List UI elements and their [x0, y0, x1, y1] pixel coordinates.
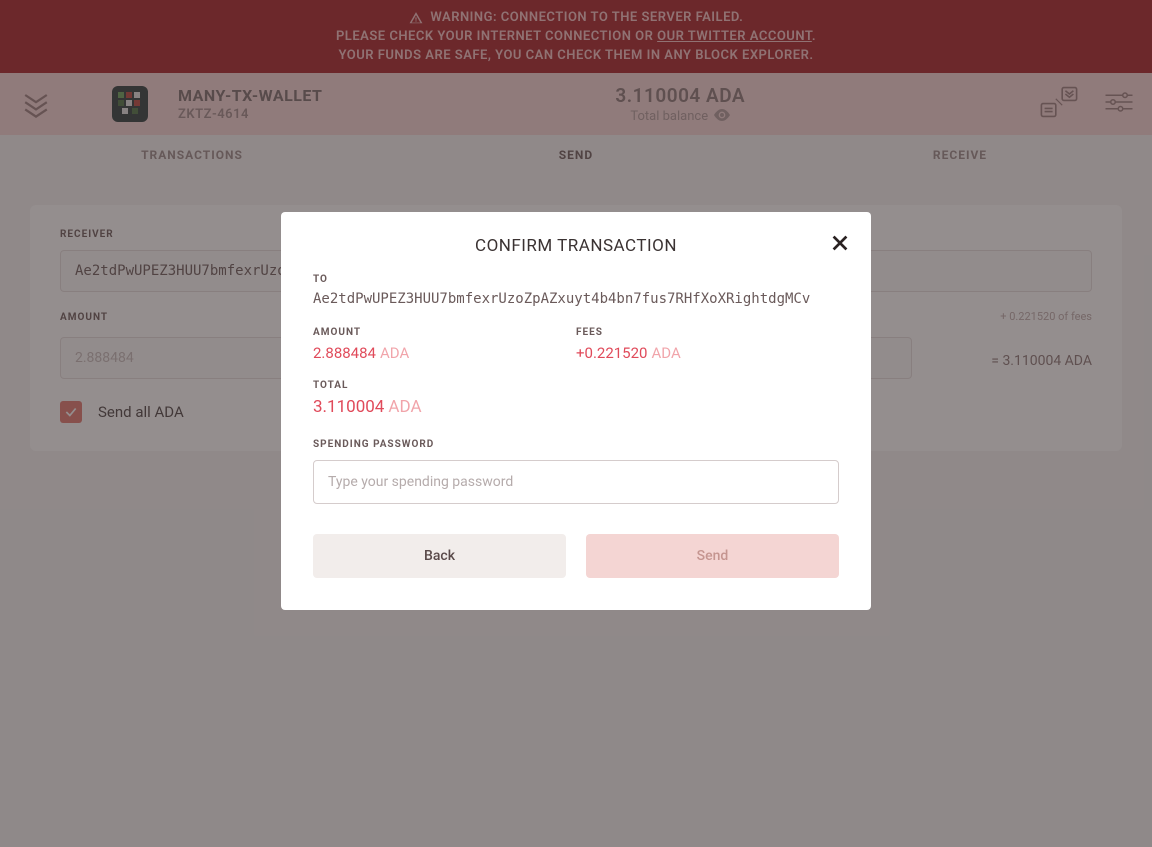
password-label: SPENDING PASSWORD: [313, 439, 839, 450]
close-icon[interactable]: [829, 232, 851, 254]
modal-fees-currency: ADA: [651, 344, 680, 362]
confirm-transaction-modal: CONFIRM TRANSACTION TO Ae2tdPwUPEZ3HUU7b…: [281, 212, 871, 610]
modal-title: CONFIRM TRANSACTION: [313, 236, 839, 256]
to-address: Ae2tdPwUPEZ3HUU7bmfexrUzoZpAZxuyt4b4bn7f…: [313, 291, 839, 307]
modal-fees-label: FEES: [576, 327, 839, 338]
back-button[interactable]: Back: [313, 534, 566, 578]
modal-fees-value: +0.221520: [576, 344, 647, 362]
modal-amount-currency: ADA: [380, 344, 409, 362]
spending-password-input[interactable]: [313, 460, 839, 504]
to-label: TO: [313, 274, 839, 285]
modal-amount-value: 2.888484: [313, 344, 376, 362]
modal-total-currency: ADA: [388, 397, 421, 417]
modal-amount-label: AMOUNT: [313, 327, 576, 338]
modal-total-value: 3.110004: [313, 397, 384, 417]
modal-total-label: TOTAL: [313, 380, 839, 391]
send-button[interactable]: Send: [586, 534, 839, 578]
modal-overlay: CONFIRM TRANSACTION TO Ae2tdPwUPEZ3HUU7b…: [0, 0, 1152, 847]
